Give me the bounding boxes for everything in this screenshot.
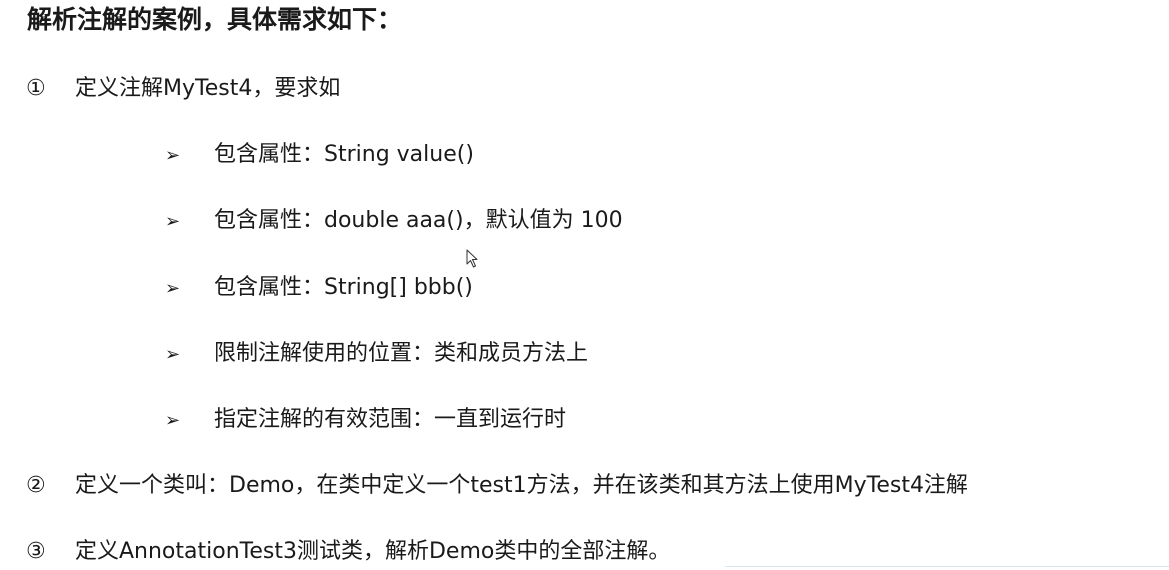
bullet-text: 限制注解使用的位置：类和成员方法上: [214, 341, 589, 366]
item-number: ②: [26, 473, 46, 498]
bullet-item: ➢ 包含属性：String[] bbb(): [165, 273, 473, 304]
bullet-item: ➢ 包含属性：double aaa()，默认值为 100: [165, 206, 623, 237]
bullet-item: ➢ 限制注解使用的位置：类和成员方法上: [165, 339, 588, 370]
item-number: ①: [26, 76, 46, 101]
mouse-pointer-icon: [466, 249, 478, 268]
bullet-item: ➢ 指定注解的有效范围：一直到运行时: [165, 405, 566, 436]
item-text: 定义一个类叫：Demo，在类中定义一个test1方法，并在该类和其方法上使用My…: [75, 473, 968, 498]
bullet-text: 包含属性：double aaa()，默认值为 100: [214, 208, 623, 233]
arrow-bullet-icon: ➢: [165, 344, 181, 365]
arrow-bullet-icon: ➢: [165, 410, 181, 431]
requirement-item-3: ③ 定义AnnotationTest3测试类，解析Demo类中的全部注解。: [26, 537, 670, 567]
bullet-text: 指定注解的有效范围：一直到运行时: [214, 407, 567, 432]
item-number: ③: [26, 539, 46, 564]
item-text: 定义注解MyTest4，要求如: [75, 76, 341, 101]
arrow-bullet-icon: ➢: [165, 145, 181, 166]
requirement-item-2: ② 定义一个类叫：Demo，在类中定义一个test1方法，并在该类和其方法上使用M…: [26, 471, 968, 501]
bullet-item: ➢ 包含属性：String value(): [165, 140, 474, 171]
bullet-text: 包含属性：String[] bbb(): [214, 275, 473, 300]
item-text: 定义AnnotationTest3测试类，解析Demo类中的全部注解。: [75, 539, 671, 564]
bottom-divider: [725, 566, 1169, 567]
arrow-bullet-icon: ➢: [165, 278, 181, 299]
page-title: 解析注解的案例，具体需求如下：: [27, 5, 403, 34]
arrow-bullet-icon: ➢: [165, 211, 181, 232]
bullet-text: 包含属性：String value(): [214, 142, 474, 167]
requirement-item-1: ① 定义注解MyTest4，要求如: [26, 74, 340, 104]
